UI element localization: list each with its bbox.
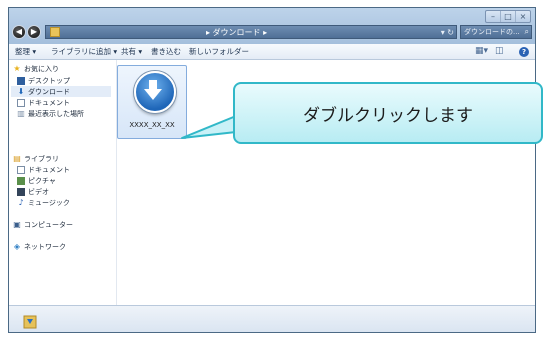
- preview-pane-icon[interactable]: ◫: [495, 46, 504, 57]
- window-controls: – □ ×: [485, 10, 531, 23]
- desktop-icon: [17, 76, 25, 85]
- nav-favorites-header[interactable]: ★ お気に入り: [13, 63, 59, 74]
- minimize-button[interactable]: –: [486, 11, 500, 22]
- forward-button[interactable]: ▶: [27, 25, 41, 39]
- search-placeholder: ダウンロードの...: [464, 28, 520, 36]
- command-bar: 整理 ▾ ライブラリに追加 ▾ 共有 ▾ 書き込む 新しいフォルダー ▦▾ ◫ …: [9, 44, 535, 60]
- document-icon: [17, 165, 25, 174]
- nav-library-music[interactable]: ♪ ミュージック: [17, 197, 69, 208]
- download-folder-icon: [23, 315, 37, 329]
- folder-icon: [50, 27, 60, 37]
- back-button[interactable]: ◀: [12, 25, 26, 39]
- share-button[interactable]: 共有 ▾: [121, 44, 142, 59]
- star-icon: ★: [13, 63, 21, 73]
- address-path: ▸ ダウンロード ▸: [206, 28, 268, 37]
- recent-places-icon: ▥: [17, 108, 25, 118]
- nav-library-pictures[interactable]: ピクチャ: [17, 175, 56, 186]
- music-icon: ♪: [18, 197, 24, 207]
- search-icon: ⌕: [524, 27, 529, 36]
- callout-text: ダブルクリックします: [303, 105, 473, 126]
- explorer-window: – □ × ◀ ▶ ▸ ダウンロード ▸ ▾ ↻ ダウンロードの... ⌕ 整理…: [8, 7, 536, 333]
- download-folder-icon: ⬇: [17, 86, 25, 96]
- new-folder-button[interactable]: 新しいフォルダー: [189, 44, 249, 59]
- nav-item-recent-places[interactable]: ▥ 最近表示した場所: [17, 108, 84, 119]
- nav-library-documents[interactable]: ドキュメント: [17, 164, 70, 175]
- status-bar: [9, 305, 535, 332]
- burn-button[interactable]: 書き込む: [151, 44, 181, 59]
- maximize-button[interactable]: □: [500, 11, 515, 22]
- instruction-callout: ダブルクリックします: [233, 82, 543, 144]
- navigation-pane: ★ お気に入り デスクトップ ⬇ ダウンロード ドキュメント ▥ 最近表示した場…: [9, 60, 117, 305]
- nav-item-desktop[interactable]: デスクトップ: [17, 75, 70, 86]
- address-bar[interactable]: ▸ ダウンロード ▸ ▾ ↻: [45, 25, 457, 39]
- document-icon: [17, 98, 25, 107]
- callout-pointer: [181, 115, 237, 139]
- title-bar: – □ × ◀ ▶ ▸ ダウンロード ▸ ▾ ↻ ダウンロードの... ⌕: [9, 8, 535, 44]
- close-button[interactable]: ×: [515, 11, 530, 22]
- organize-button[interactable]: 整理 ▾: [15, 44, 36, 59]
- file-item[interactable]: XXXX_XX_XX: [117, 65, 187, 139]
- video-icon: [17, 187, 25, 196]
- download-arrow-icon: [134, 71, 176, 113]
- search-input[interactable]: ダウンロードの... ⌕: [460, 25, 532, 39]
- address-dropdown-refresh[interactable]: ▾ ↻: [441, 26, 454, 39]
- add-to-library-button[interactable]: ライブラリに追加 ▾: [51, 44, 117, 59]
- nav-network[interactable]: ◈ ネットワーク: [13, 241, 66, 252]
- network-icon: ◈: [13, 241, 21, 251]
- file-name: XXXX_XX_XX: [129, 121, 175, 129]
- view-options-icon[interactable]: ▦▾: [475, 46, 488, 57]
- computer-icon: ▣: [13, 219, 21, 229]
- nav-library-videos[interactable]: ビデオ: [17, 186, 49, 197]
- nav-item-documents[interactable]: ドキュメント: [17, 97, 70, 108]
- nav-item-downloads[interactable]: ⬇ ダウンロード: [11, 86, 111, 97]
- pictures-icon: [17, 176, 25, 185]
- nav-libraries-header[interactable]: ▤ ライブラリ: [13, 153, 59, 164]
- nav-computer[interactable]: ▣ コンピューター: [13, 219, 73, 230]
- library-icon: ▤: [13, 153, 21, 163]
- help-icon[interactable]: ?: [519, 47, 529, 57]
